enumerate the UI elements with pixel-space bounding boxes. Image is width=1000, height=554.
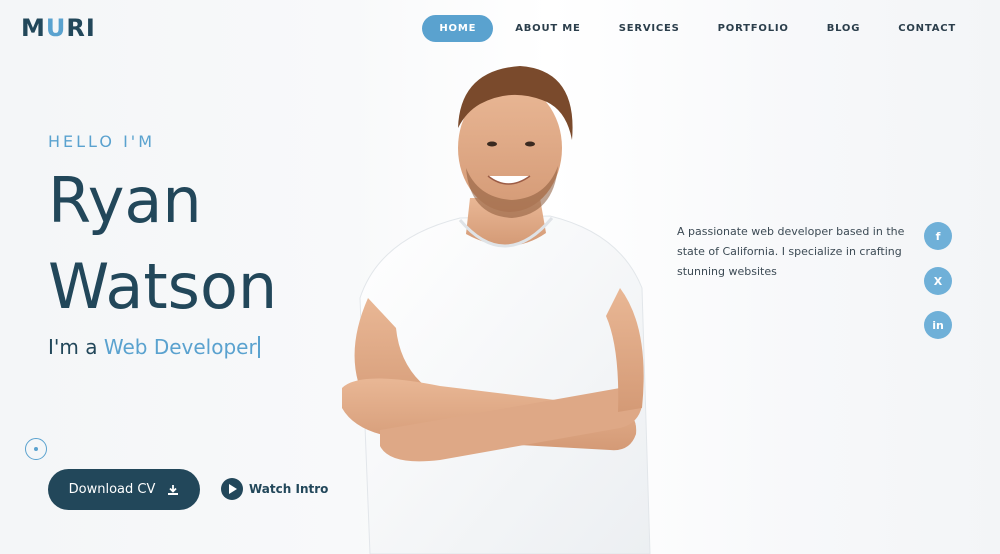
typing-caret (257, 336, 260, 358)
download-cv-button[interactable]: Download CV (48, 469, 200, 510)
role-prefix: I'm a (48, 335, 104, 359)
nav-item-about-me[interactable]: ABOUT ME (499, 15, 596, 42)
scroll-indicator[interactable] (25, 438, 47, 460)
nav-item-portfolio[interactable]: PORTFOLIO (702, 15, 805, 42)
nav-item-services[interactable]: SERVICES (603, 15, 696, 42)
hero-role: I'm a Web Developer (48, 335, 260, 359)
bio-text: A passionate web developer based in the … (677, 225, 905, 278)
logo-accent-letter: U (45, 14, 67, 42)
download-icon (167, 484, 179, 496)
facebook-icon[interactable]: f (924, 222, 952, 250)
x-twitter-icon[interactable]: X (924, 267, 952, 295)
hero-name: Ryan Watson (48, 158, 277, 330)
hero-section: MURI HOME ABOUT ME SERVICES PORTFOLIO BL… (0, 0, 1000, 554)
watch-intro-label: Watch Intro (249, 482, 329, 496)
last-name: Watson (48, 250, 278, 323)
play-icon (221, 478, 243, 500)
role-highlight: Web Developer (103, 335, 257, 359)
first-name: Ryan (48, 164, 202, 237)
logo-letters: RI (66, 14, 96, 42)
download-cv-label: Download CV (68, 482, 156, 497)
watch-intro-button[interactable]: Watch Intro (221, 478, 328, 500)
linkedin-icon[interactable]: in (924, 311, 952, 339)
nav-item-home[interactable]: HOME (422, 15, 494, 42)
nav-item-blog[interactable]: BLOG (811, 15, 877, 42)
logo-letter: M (21, 14, 46, 42)
nav-item-contact[interactable]: CONTACT (882, 15, 972, 42)
hero-greeting: HELLO I'M (48, 132, 155, 151)
site-logo[interactable]: MURI (21, 14, 96, 42)
main-nav: HOME ABOUT ME SERVICES PORTFOLIO BLOG CO… (416, 15, 972, 42)
profile-photo (342, 66, 651, 554)
